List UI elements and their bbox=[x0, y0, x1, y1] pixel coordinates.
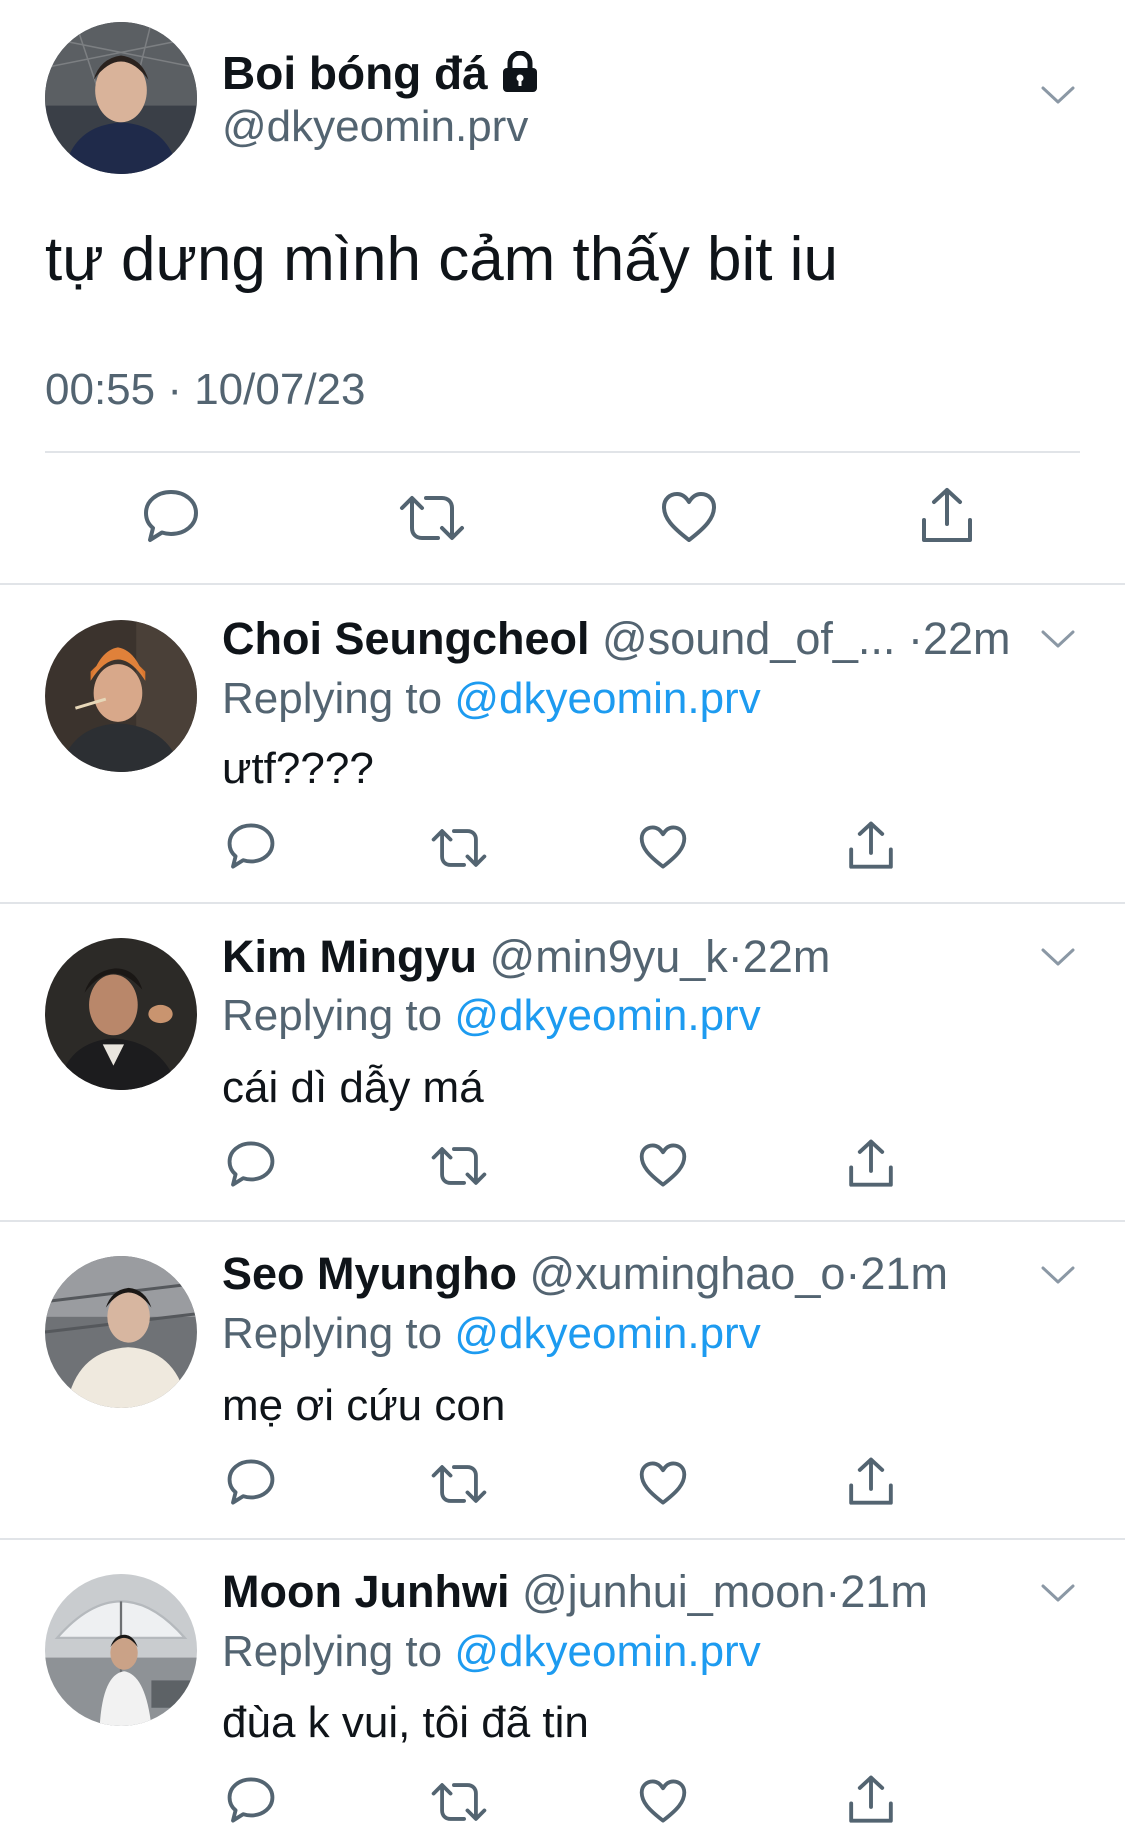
main-avatar[interactable] bbox=[45, 22, 197, 174]
reply-1-time: 22m bbox=[922, 613, 1011, 664]
reply-1-replying-mention[interactable]: @dkyeomin.prv bbox=[454, 674, 760, 723]
reply-4-like-icon[interactable] bbox=[638, 1778, 688, 1824]
reply-3-text: mẹ ơi cứu con bbox=[222, 1381, 506, 1430]
reply-4-text: đùa k vui, tôi đã tin bbox=[222, 1698, 589, 1747]
reply-1-retweet-icon[interactable] bbox=[430, 826, 488, 870]
reply-3-replying-mention[interactable]: @dkyeomin.prv bbox=[454, 1309, 760, 1358]
reply-2-share-icon[interactable] bbox=[846, 1138, 896, 1190]
reply-1-display-name: Choi Seungcheol bbox=[222, 613, 590, 664]
reply-2-retweet-icon[interactable] bbox=[430, 1144, 488, 1188]
reply-2-avatar[interactable] bbox=[45, 938, 197, 1090]
reply-4-replying-to: Replying to @dkyeomin.prv bbox=[222, 1626, 761, 1678]
reply-3-avatar[interactable] bbox=[45, 1256, 197, 1408]
reply-3-reply-icon[interactable] bbox=[226, 1458, 276, 1506]
reply-2-handle: @min9yu_k bbox=[489, 931, 728, 982]
main-timestamp: 00:55 · 10/07/23 bbox=[45, 365, 366, 414]
reply-3-like-icon[interactable] bbox=[638, 1460, 688, 1506]
reply-2-header[interactable]: Kim Mingyu @min9yu_k·22m bbox=[222, 930, 830, 984]
reply-divider bbox=[0, 1220, 1125, 1222]
main-display-name-text: Boi bóng đá bbox=[222, 47, 488, 99]
reply-3-retweet-icon[interactable] bbox=[430, 1462, 488, 1506]
main-divider bbox=[45, 451, 1080, 453]
section-divider bbox=[0, 583, 1125, 585]
reply-1-handle: @sound_of_... bbox=[602, 613, 896, 664]
reply-2-text: cái dì dẫy má bbox=[222, 1063, 484, 1112]
reply-1-chevron-down-icon[interactable] bbox=[1040, 628, 1076, 650]
reply-4-display-name: Moon Junhwi bbox=[222, 1566, 510, 1617]
reply-4-chevron-down-icon[interactable] bbox=[1040, 1582, 1076, 1604]
reply-1-like-icon[interactable] bbox=[638, 824, 688, 870]
lock-icon bbox=[500, 50, 540, 104]
reply-3-separator: · bbox=[845, 1248, 861, 1299]
reply-4-avatar[interactable] bbox=[45, 1574, 197, 1726]
reply-3-display-name: Seo Myungho bbox=[222, 1248, 517, 1299]
reply-3-header[interactable]: Seo Myungho @xuminghao_o·21m bbox=[222, 1247, 948, 1301]
reply-2-time: 22m bbox=[742, 931, 831, 982]
reply-2-replying-label: Replying to bbox=[222, 991, 443, 1040]
reply-4-handle: @junhui_moon bbox=[521, 1566, 826, 1617]
main-reply-icon[interactable] bbox=[142, 488, 200, 544]
reply-2-like-icon[interactable] bbox=[638, 1142, 688, 1188]
reply-divider bbox=[0, 902, 1125, 904]
reply-4-reply-icon[interactable] bbox=[226, 1776, 276, 1824]
reply-2-reply-icon[interactable] bbox=[226, 1140, 276, 1188]
reply-2-replying-mention[interactable]: @dkyeomin.prv bbox=[454, 991, 760, 1040]
reply-1-share-icon[interactable] bbox=[846, 820, 896, 872]
main-handle[interactable]: @dkyeomin.prv bbox=[222, 101, 528, 153]
reply-1-avatar[interactable] bbox=[45, 620, 197, 772]
reply-4-share-icon[interactable] bbox=[846, 1774, 896, 1826]
reply-1-separator: · bbox=[907, 613, 923, 664]
reply-2-display-name: Kim Mingyu bbox=[222, 931, 477, 982]
reply-4-header[interactable]: Moon Junhwi @junhui_moon·21m bbox=[222, 1565, 928, 1619]
reply-3-replying-to: Replying to @dkyeomin.prv bbox=[222, 1308, 761, 1360]
main-like-icon[interactable] bbox=[660, 490, 718, 544]
reply-3-handle: @xuminghao_o bbox=[529, 1248, 846, 1299]
reply-2-chevron-down-icon[interactable] bbox=[1040, 946, 1076, 968]
reply-4-separator: · bbox=[825, 1566, 841, 1617]
reply-3-time: 21m bbox=[860, 1248, 948, 1299]
reply-3-replying-label: Replying to bbox=[222, 1309, 443, 1358]
main-tweet-text: tự dưng mình cảm thấy bit iu bbox=[45, 225, 838, 294]
reply-4-time: 21m bbox=[840, 1566, 928, 1617]
main-chevron-down-icon[interactable] bbox=[1040, 84, 1076, 106]
reply-4-replying-mention[interactable]: @dkyeomin.prv bbox=[454, 1627, 760, 1676]
reply-1-reply-icon[interactable] bbox=[226, 822, 276, 870]
reply-2-replying-to: Replying to @dkyeomin.prv bbox=[222, 990, 761, 1042]
reply-2-separator: · bbox=[727, 931, 743, 982]
main-retweet-icon[interactable] bbox=[398, 492, 466, 544]
reply-3-chevron-down-icon[interactable] bbox=[1040, 1264, 1076, 1286]
reply-1-replying-to: Replying to @dkyeomin.prv bbox=[222, 673, 761, 725]
reply-1-replying-label: Replying to bbox=[222, 674, 443, 723]
main-share-icon[interactable] bbox=[918, 486, 976, 546]
main-display-name[interactable]: Boi bóng đá bbox=[222, 46, 540, 104]
reply-divider bbox=[0, 1538, 1125, 1540]
reply-4-retweet-icon[interactable] bbox=[430, 1780, 488, 1824]
reply-1-header[interactable]: Choi Seungcheol @sound_of_... ·22m bbox=[222, 612, 1010, 666]
reply-3-share-icon[interactable] bbox=[846, 1456, 896, 1508]
reply-4-replying-label: Replying to bbox=[222, 1627, 443, 1676]
reply-1-text: ưtf???? bbox=[222, 744, 374, 793]
